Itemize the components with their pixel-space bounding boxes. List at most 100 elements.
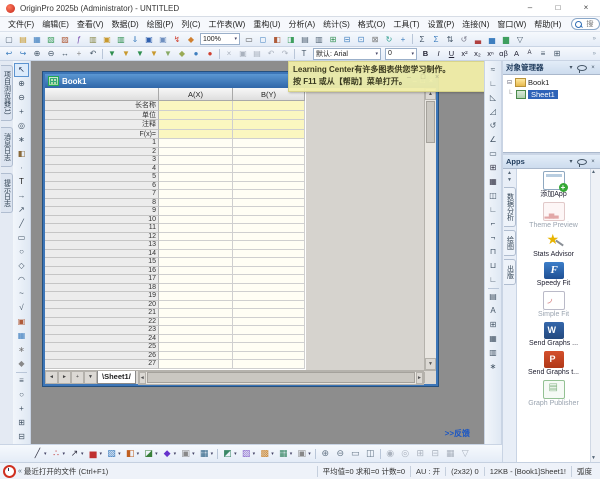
row-number[interactable]: 14 (45, 250, 159, 259)
cell-b[interactable] (233, 165, 305, 174)
row-number[interactable]: 23 (45, 326, 159, 335)
cell-a[interactable] (159, 309, 233, 318)
apps-scroll-up-icon[interactable]: ▲ (591, 169, 600, 176)
cell-b[interactable] (233, 267, 305, 276)
row-number[interactable]: 25 (45, 343, 159, 352)
zoom-out-tool-icon[interactable]: ⊖ (14, 91, 29, 105)
plot-special-button[interactable]: ◆▾ (160, 446, 179, 461)
text-tool-icon[interactable]: T (14, 175, 29, 189)
superscript-button[interactable]: x² (458, 47, 471, 60)
project-explorer-icon[interactable]: ⊞ (326, 33, 340, 46)
cell-a[interactable] (159, 148, 233, 157)
menu-item[interactable]: 列(C) (177, 18, 204, 31)
cell-a[interactable] (159, 130, 233, 140)
font-style-dropdown[interactable]: 默认: Arial▾ (313, 48, 381, 60)
docked-tab[interactable]: 项目浏览器(1) (1, 65, 13, 121)
redo-icon[interactable]: ↷ (278, 47, 292, 60)
cell-b[interactable] (233, 292, 305, 301)
zoom-in-tool-icon[interactable]: ⊕ (14, 77, 29, 91)
insert-graph-icon[interactable]: ▣ (14, 315, 29, 329)
polyline-tool-icon[interactable]: ◇ (14, 259, 29, 273)
history-clock-icon[interactable] (3, 465, 16, 478)
row-number[interactable]: 7 (45, 190, 159, 199)
apps-tab-scroll-icon[interactable]: ▲ (507, 170, 512, 177)
database-sql-icon[interactable]: ● (203, 47, 217, 60)
app-item-simple-fit[interactable]: Simple Fit (517, 291, 590, 319)
print-icon[interactable]: ▭ (242, 33, 256, 46)
object-manager-close-icon[interactable]: × (589, 65, 597, 71)
toolbar-overflow-icon[interactable]: » (593, 51, 598, 57)
row-number[interactable]: 13 (45, 241, 159, 250)
super-subscript-button[interactable]: xⁿ (484, 47, 497, 60)
import-excel-icon[interactable]: ▼ (105, 47, 119, 60)
layer-grid-icon[interactable]: ⊞ (14, 416, 29, 430)
cell-a[interactable] (159, 139, 233, 148)
row-number[interactable]: 11 (45, 224, 159, 233)
object-manager-toggle-icon[interactable]: ⊟ (340, 33, 354, 46)
plot-gallery-3-icon[interactable]: ▆ (499, 33, 513, 46)
add-xy-scale-icon[interactable]: ⊞ (486, 318, 501, 332)
pointer-tool-icon[interactable]: ↖ (14, 63, 29, 77)
cell-a[interactable] (159, 224, 233, 233)
cell-a[interactable] (159, 326, 233, 335)
feedback-link[interactable]: >>反馈 (445, 428, 470, 439)
cell-a[interactable] (159, 343, 233, 352)
row-number[interactable]: 9 (45, 207, 159, 216)
plot-contour-button[interactable]: ▩▾ (257, 446, 276, 461)
cell-a[interactable] (159, 318, 233, 327)
cell-b[interactable] (233, 111, 305, 121)
cell-a[interactable] (159, 156, 233, 165)
menu-item[interactable]: 数据(D) (108, 18, 143, 31)
menu-item[interactable]: 分析(A) (284, 18, 319, 31)
cell-a[interactable] (159, 267, 233, 276)
add-legend-icon[interactable]: ▤ (486, 290, 501, 304)
axis-open-bottom-icon[interactable]: ⊔ (486, 259, 501, 273)
zoom-in-icon[interactable]: ⊕ (30, 47, 44, 60)
scroll-down-button[interactable]: ▼ (425, 358, 436, 370)
tree-item-book1[interactable]: ⊟ Book1 (503, 76, 600, 88)
mask-region-button[interactable]: ⊞ (413, 446, 428, 461)
cell-a[interactable] (159, 301, 233, 310)
add-table-object-icon[interactable]: ▦ (486, 332, 501, 346)
prev-sheet-button[interactable]: ► (58, 371, 71, 384)
column-header-a[interactable]: A(X) (159, 88, 233, 101)
layer-merge-icon[interactable]: ⊟ (14, 430, 29, 444)
hide-masked-button[interactable]: ▦ (443, 446, 458, 461)
open-icon[interactable]: ▣ (100, 33, 114, 46)
merge-graphs-icon[interactable]: ≈ (486, 63, 501, 77)
cell-a[interactable] (159, 335, 233, 344)
back-icon[interactable]: ↩ (2, 47, 16, 60)
cell-a[interactable] (159, 250, 233, 259)
format-painter-icon[interactable]: T (297, 47, 311, 60)
scroll-left-button[interactable]: ◄ (139, 372, 146, 384)
apps-dropdown-icon[interactable]: ▾ (567, 158, 575, 165)
filter-icon[interactable]: ▽ (513, 33, 527, 46)
greek-button[interactable]: αβ (497, 47, 510, 60)
cell-b[interactable] (233, 335, 305, 344)
recalculate-icon[interactable]: ↯ (170, 33, 184, 46)
page-setup-icon[interactable]: ◧ (270, 33, 284, 46)
row-number[interactable]: 10 (45, 216, 159, 225)
plot-line-symbol-button[interactable]: ↗▾ (67, 446, 86, 461)
cell-b[interactable] (233, 216, 305, 225)
add-star-object-icon[interactable]: ∗ (486, 360, 501, 374)
cut-icon[interactable]: × (222, 47, 236, 60)
app-item-add-app[interactable]: 添加App (517, 171, 590, 199)
row-number[interactable]: 19 (45, 292, 159, 301)
row-label[interactable]: 注释 (45, 120, 159, 130)
apps-category-tab[interactable]: 数据分析 (504, 187, 516, 227)
add-color-scale-icon[interactable]: ▥ (486, 346, 501, 360)
new-notes-icon[interactable]: ▥ (86, 33, 100, 46)
cell-b[interactable] (233, 224, 305, 233)
border-style-icon[interactable]: ⊞ (550, 47, 564, 60)
cell-b[interactable] (233, 309, 305, 318)
search-input[interactable] (584, 20, 596, 29)
add-panel-icon[interactable]: + (396, 33, 410, 46)
cell-b[interactable] (233, 241, 305, 250)
menu-item[interactable]: 统计(S) (319, 18, 354, 31)
cell-b[interactable] (233, 352, 305, 361)
unmask-points-button[interactable]: ◎ (398, 446, 413, 461)
apps-pin-icon[interactable] (577, 159, 587, 165)
apps-tab-scroll-icon[interactable]: ▼ (507, 177, 512, 184)
cell-a[interactable] (159, 360, 233, 369)
